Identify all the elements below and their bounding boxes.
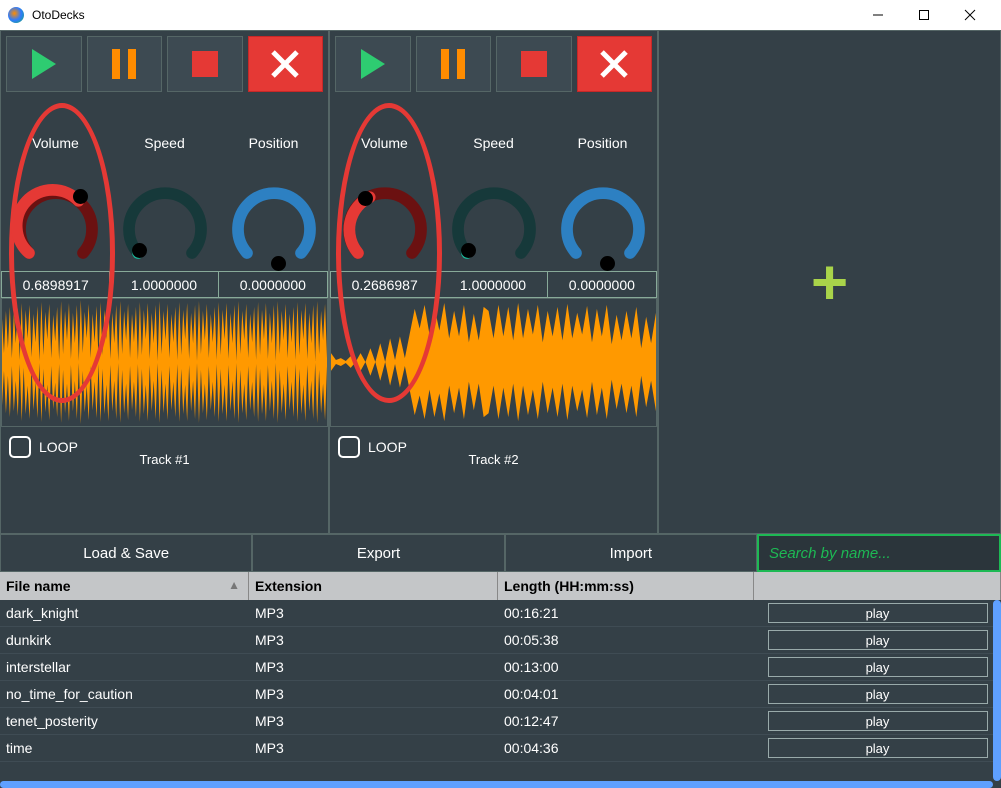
position-label: Position [578,135,628,151]
playlist: File name ▲ Extension Length (HH:mm:ss) d… [0,572,1001,788]
cell-file-name: interstellar [0,654,249,680]
play-row-button[interactable]: play [768,711,988,731]
window-title: OtoDecks [32,8,855,22]
vertical-scrollbar[interactable] [993,600,1001,781]
speed-label: Speed [473,135,513,151]
table-row[interactable]: tenet_posterityMP300:12:47 play [0,708,1001,735]
pause-button[interactable] [416,36,492,92]
table-row[interactable]: timeMP300:04:36 play [0,735,1001,762]
column-extension[interactable]: Extension [249,572,498,600]
speed-label: Speed [144,135,184,151]
column-file-name[interactable]: File name ▲ [0,572,249,600]
plus-icon: + [811,250,848,314]
remove-deck-button[interactable] [248,36,324,92]
pause-button[interactable] [87,36,163,92]
play-row-button[interactable]: play [768,603,988,623]
horizontal-scrollbar[interactable] [0,781,993,788]
position-dial[interactable] [558,181,648,271]
dial-knob-icon [358,191,373,206]
import-button[interactable]: Import [505,534,757,572]
position-label: Position [249,135,299,151]
stop-button[interactable] [167,36,243,92]
table-row[interactable]: interstellarMP300:13:00 play [0,654,1001,681]
search-input[interactable]: Search by name... [757,534,1001,572]
table-row[interactable]: dark_knightMP300:16:21 play [0,600,1001,627]
cell-extension: MP3 [249,627,498,653]
track-title: Track #1 [1,452,328,467]
volume-dial[interactable] [340,181,430,271]
load-save-button[interactable]: Load & Save [0,534,252,572]
speed-dial[interactable] [120,181,210,271]
column-length[interactable]: Length (HH:mm:ss) [498,572,754,600]
table-row[interactable]: no_time_for_cautionMP300:04:01 play [0,681,1001,708]
dial-knob-icon [73,189,88,204]
dial-knob-icon [271,256,286,271]
cell-length: 00:04:36 [498,735,754,761]
pause-icon [112,49,136,79]
minimize-button[interactable] [855,0,901,30]
play-row-button[interactable]: play [768,738,988,758]
cell-length: 00:16:21 [498,600,754,626]
stop-button[interactable] [496,36,572,92]
table-row[interactable]: dunkirkMP300:05:38 play [0,627,1001,654]
play-icon [361,49,385,79]
volume-label: Volume [361,135,408,151]
deck-2: Volume Speed Position [329,30,658,534]
cell-file-name: tenet_posterity [0,708,249,734]
column-label: File name [6,578,71,594]
cell-extension: MP3 [249,735,498,761]
volume-dial[interactable] [11,181,101,271]
cell-length: 00:12:47 [498,708,754,734]
cell-file-name: dark_knight [0,600,249,626]
cell-extension: MP3 [249,600,498,626]
cell-extension: MP3 [249,708,498,734]
dial-knob-icon [461,243,476,258]
close-button[interactable] [947,0,993,30]
cell-file-name: dunkirk [0,627,249,653]
dial-knob-icon [132,243,147,258]
waveform-display[interactable] [330,298,657,427]
sort-asc-icon: ▲ [228,578,240,592]
volume-label: Volume [32,135,79,151]
speed-value: 1.0000000 [110,272,218,297]
cell-length: 00:04:01 [498,681,754,707]
dial-knob-icon [600,256,615,271]
speed-dial[interactable] [449,181,539,271]
position-value: 0.0000000 [219,272,327,297]
track-title: Track #2 [330,452,657,467]
position-value: 0.0000000 [548,272,656,297]
remove-deck-button[interactable] [577,36,653,92]
cell-length: 00:05:38 [498,627,754,653]
title-bar: OtoDecks [0,0,1001,30]
speed-value: 1.0000000 [439,272,547,297]
cell-extension: MP3 [249,654,498,680]
play-button[interactable] [335,36,411,92]
stop-icon [521,51,547,77]
playlist-header: File name ▲ Extension Length (HH:mm:ss) [0,572,1001,600]
add-deck-button[interactable]: + [658,30,1001,534]
play-row-button[interactable]: play [768,657,988,677]
close-icon [270,49,300,79]
cell-extension: MP3 [249,681,498,707]
position-dial[interactable] [229,181,319,271]
column-play [754,572,1001,600]
close-icon [599,49,629,79]
waveform-display[interactable] [1,298,328,427]
cell-file-name: no_time_for_caution [0,681,249,707]
deck-1: Volume Speed Position [0,30,329,534]
stop-icon [192,51,218,77]
play-row-button[interactable]: play [768,684,988,704]
volume-value: 0.2686987 [331,272,439,297]
pause-icon [441,49,465,79]
maximize-button[interactable] [901,0,947,30]
play-icon [32,49,56,79]
cell-length: 00:13:00 [498,654,754,680]
cell-file-name: time [0,735,249,761]
play-row-button[interactable]: play [768,630,988,650]
export-button[interactable]: Export [252,534,504,572]
app-logo-icon [8,7,24,23]
volume-value: 0.6898917 [2,272,110,297]
play-button[interactable] [6,36,82,92]
